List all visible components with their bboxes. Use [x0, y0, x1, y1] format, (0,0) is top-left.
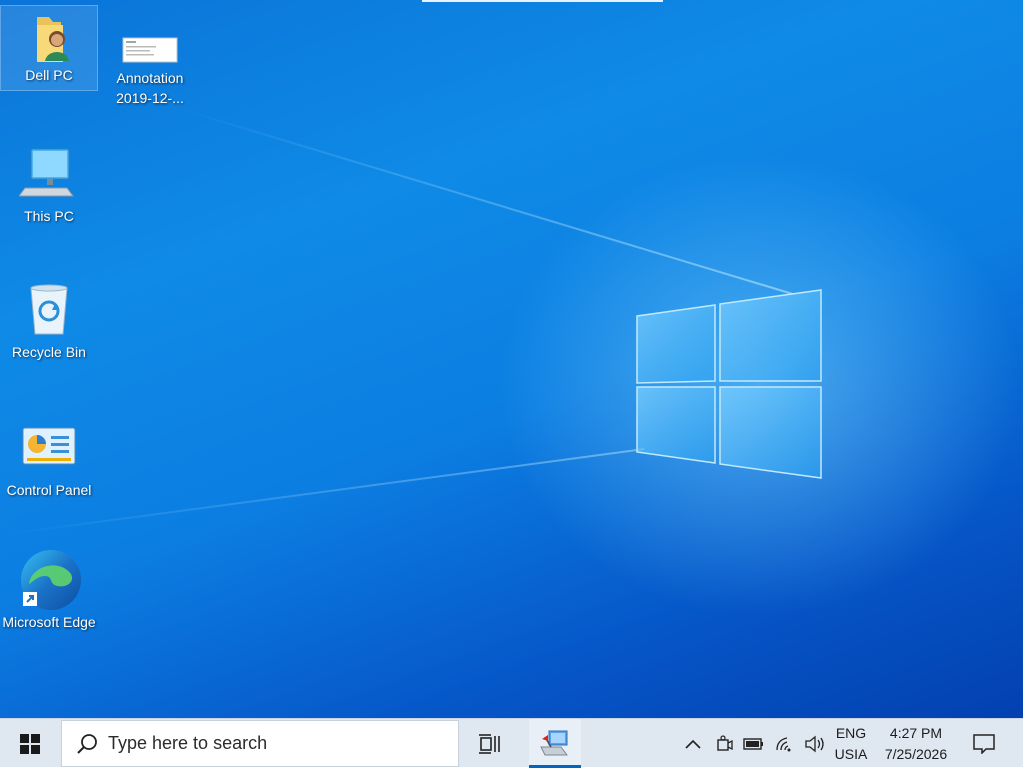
start-button[interactable] [0, 719, 60, 768]
meet-now-button[interactable] [710, 719, 738, 768]
action-center-button[interactable] [962, 719, 1006, 768]
chevron-up-icon [685, 739, 701, 749]
top-window-edge [422, 0, 663, 2]
desktop-icon-microsoft-edge[interactable]: Microsoft Edge [1, 548, 97, 658]
computer-icon [18, 146, 79, 200]
search-box[interactable]: Type here to search [61, 720, 459, 767]
volume-button[interactable] [801, 719, 829, 768]
desktop-icon-label: This PC [24, 208, 74, 224]
network-app-icon [540, 730, 568, 755]
desktop-icon-label: Microsoft Edge [2, 614, 96, 630]
light-beam [179, 108, 793, 295]
keyboard-layout: USIA [834, 746, 868, 762]
desktop-icon-label: Recycle Bin [12, 344, 86, 360]
clock-button[interactable]: 4:27 PM 7/25/2026 [876, 719, 956, 768]
input-language-button[interactable]: ENG USIA [830, 719, 872, 768]
windows-start-icon [20, 733, 40, 754]
screenshot-file-icon [120, 36, 180, 64]
search-icon [77, 733, 97, 754]
volume-icon [805, 735, 824, 752]
clock-time: 4:27 PM [889, 725, 943, 741]
task-view-button[interactable] [466, 719, 514, 768]
user-folder-icon [19, 11, 79, 67]
taskbar-app-network[interactable] [529, 719, 581, 768]
recycle-bin-icon [19, 282, 79, 336]
edge-icon [19, 548, 81, 612]
desktop-icon-this-pc[interactable]: This PC [1, 146, 97, 230]
network-button[interactable] [771, 719, 799, 768]
desktop-icon-dell-pc[interactable]: Dell PC [0, 5, 98, 91]
taskbar: Type here to search ENG USIA 4:27 PM 7/2… [0, 718, 1023, 768]
battery-button[interactable] [740, 719, 768, 768]
battery-icon [743, 737, 763, 750]
desktop-icon-control-panel[interactable]: Control Panel [1, 422, 97, 506]
language-code: ENG [835, 725, 867, 741]
desktop-icon-label: Control Panel [6, 482, 92, 498]
wifi-icon [776, 736, 791, 751]
desktop-icon-label: Annotation 2019-12-... [116, 70, 184, 106]
search-placeholder: Type here to search [108, 733, 268, 753]
desktop-icon-annotation[interactable]: Annotation 2019-12-... [102, 6, 198, 110]
meet-now-icon [717, 734, 733, 751]
control-panel-icon [19, 422, 79, 472]
task-view-icon [479, 733, 500, 754]
show-hidden-icons-button[interactable] [680, 719, 706, 768]
desktop-icon-label: Dell PC [25, 67, 73, 83]
desktop-icon-recycle-bin[interactable]: Recycle Bin [1, 282, 97, 366]
clock-date: 7/25/2026 [884, 746, 948, 762]
action-center-icon [973, 733, 995, 754]
desktop-background[interactable]: Dell PC Annotation 2019-12-... This PC R… [0, 0, 1023, 718]
